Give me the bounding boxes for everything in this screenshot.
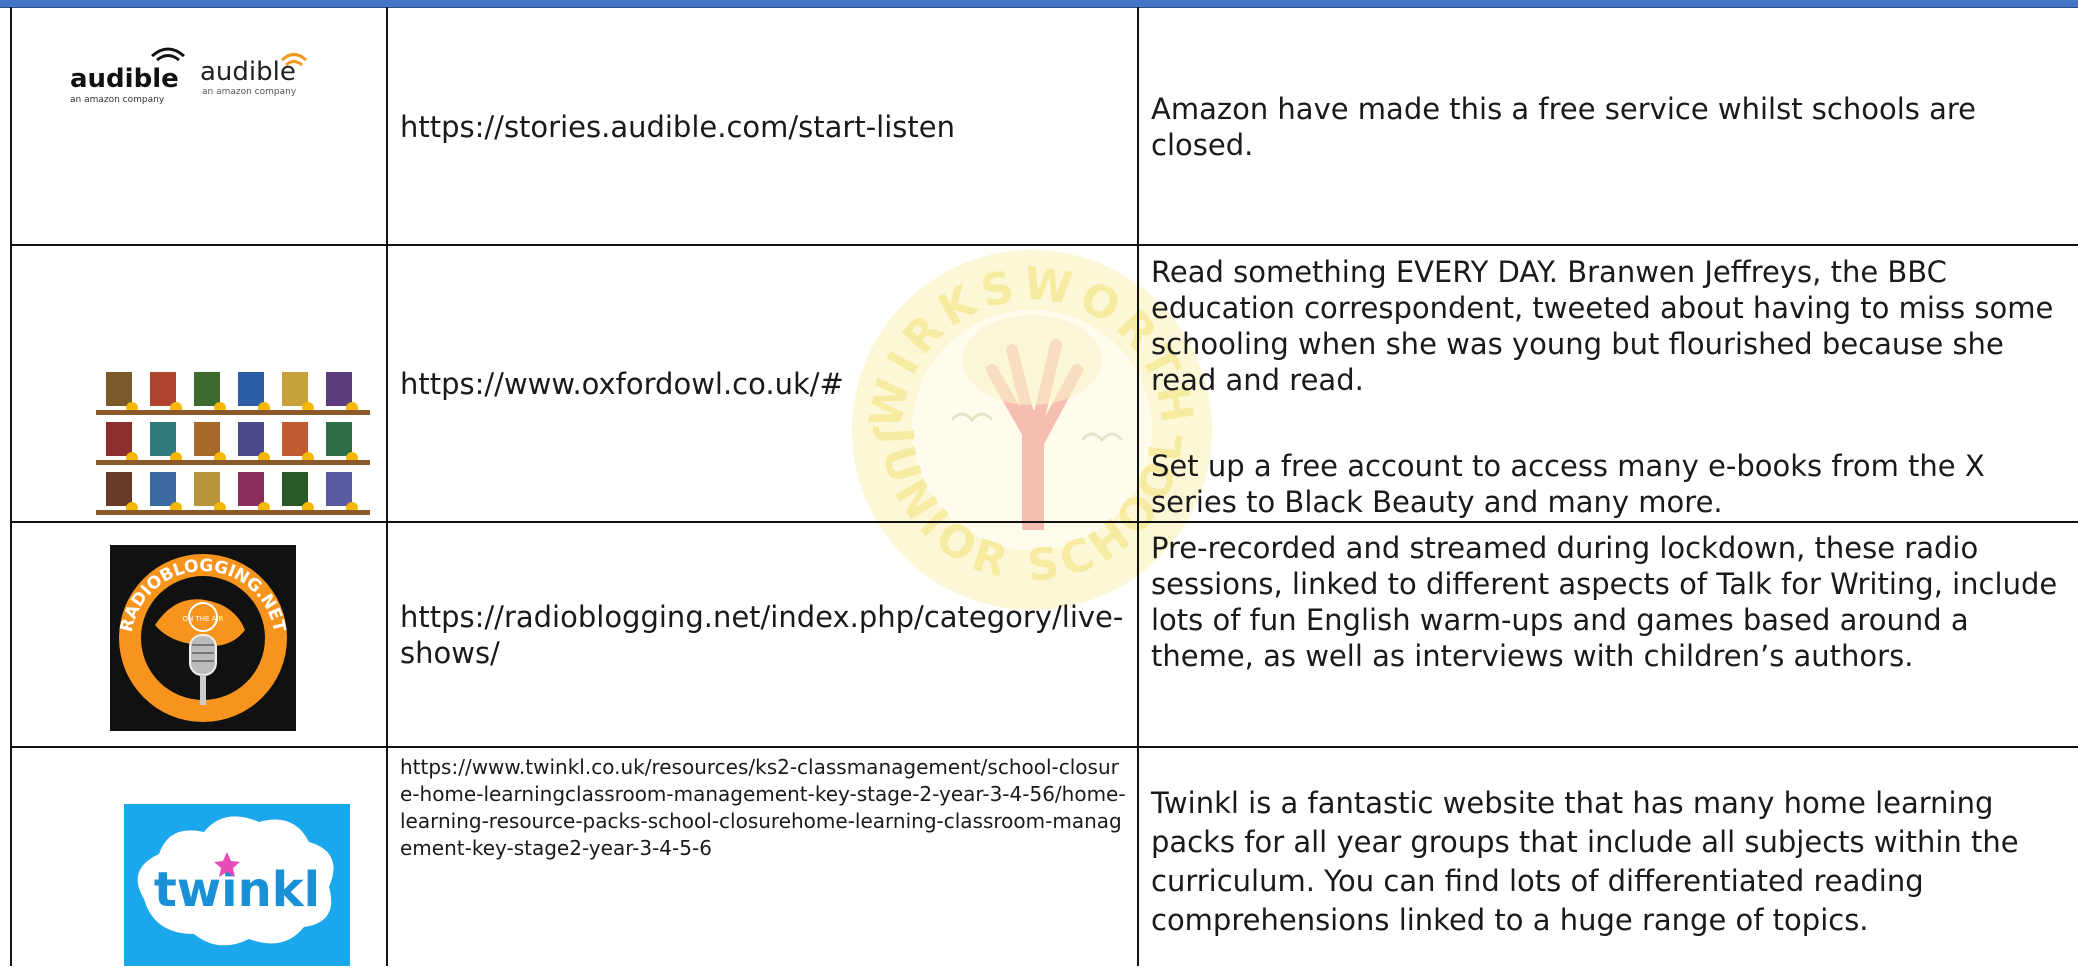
radio-microphone-icon: RADIOBLOGGING.NET ON THE AIR — [110, 545, 296, 731]
twinkl-logo-icon: twinkl — [124, 804, 350, 966]
book-cover — [194, 422, 220, 456]
audible-logo-icon: audible an amazon company audible an ama… — [60, 40, 320, 110]
book-cover — [238, 372, 264, 406]
shelf-board — [96, 410, 370, 415]
book-cover — [194, 372, 220, 406]
resource-link[interactable]: https://www.twinkl.co.uk/resources/ks2-c… — [400, 754, 1127, 862]
url-cell: https://stories.audible.com/start-listen — [388, 9, 1137, 244]
book-cover — [282, 422, 308, 456]
column-divider — [10, 7, 12, 966]
description-text: Read something EVERY DAY. Branwen Jeffre… — [1151, 255, 2054, 397]
url-cell: https://www.twinkl.co.uk/resources/ks2-c… — [388, 748, 1137, 966]
description-cell: Amazon have made this a free service whi… — [1139, 9, 2078, 244]
book-cover — [238, 422, 264, 456]
book-cover — [150, 422, 176, 456]
book-cover — [238, 472, 264, 506]
resource-link[interactable]: https://www.oxfordowl.co.uk/# — [400, 366, 1131, 402]
description-text: Pre-recorded and streamed during lockdow… — [1151, 531, 2058, 673]
url-cell: https://www.oxfordowl.co.uk/# — [388, 246, 1137, 521]
book-cover — [282, 472, 308, 506]
audible-subtitle: an amazon company — [70, 95, 165, 105]
description-text: Amazon have made this a free service whi… — [1151, 91, 1977, 162]
description-cell: Read something EVERY DAY. Branwen Jeffre… — [1139, 246, 2078, 521]
book-cover — [326, 472, 352, 506]
book-cover — [106, 422, 132, 456]
on-air-badge: ON THE AIR — [183, 615, 224, 623]
book-cover — [326, 372, 352, 406]
description-text: Set up a free account to access many e-b… — [1151, 449, 1985, 519]
shelf-board — [96, 460, 370, 465]
twinkl-wordmark: twinkl — [154, 862, 320, 918]
bookshelf-icon — [92, 362, 374, 517]
description-cell: Twinkl is a fantastic website that has m… — [1139, 748, 2078, 966]
description-cell: Pre-recorded and streamed during lockdow… — [1139, 523, 2078, 746]
description-text: Twinkl is a fantastic website that has m… — [1151, 786, 2019, 937]
resource-link[interactable]: https://radioblogging.net/index.php/cate… — [400, 599, 1131, 671]
url-cell: https://radioblogging.net/index.php/cate… — [388, 523, 1137, 746]
shelf-board — [96, 510, 370, 515]
book-cover — [194, 472, 220, 506]
book-cover — [106, 372, 132, 406]
book-cover — [150, 472, 176, 506]
book-cover — [106, 472, 132, 506]
audible-subtitle-alt: an amazon company — [202, 87, 297, 97]
audible-brand: audible — [70, 64, 179, 94]
book-cover — [326, 422, 352, 456]
resource-link[interactable]: https://stories.audible.com/start-listen — [400, 109, 1131, 145]
book-cover — [282, 372, 308, 406]
book-cover — [150, 372, 176, 406]
audible-brand-alt: audible — [200, 57, 296, 87]
